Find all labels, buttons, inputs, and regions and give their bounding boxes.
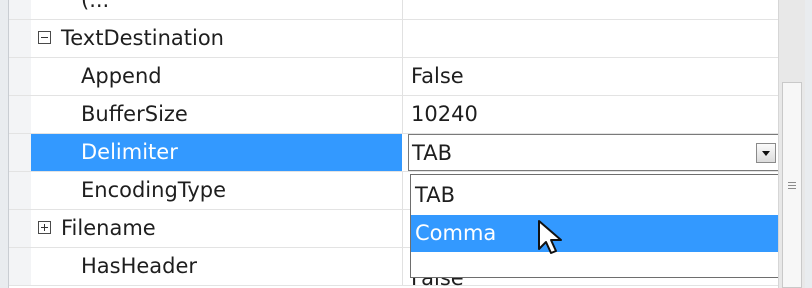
chevron-down-icon[interactable] [756, 143, 776, 163]
dropdown-option-comma[interactable]: Comma [411, 215, 779, 252]
row-gutter [9, 134, 31, 171]
property-grid: (... TextDestination Append False Buffer… [8, 0, 779, 288]
property-row-partial[interactable]: (... [9, 0, 779, 20]
column-separator [402, 210, 403, 247]
column-separator [402, 96, 403, 133]
scrollbar-thumb[interactable] [782, 82, 802, 288]
property-category-textdestination[interactable]: TextDestination [9, 20, 779, 58]
delimiter-combo-box[interactable]: TAB [408, 134, 779, 171]
property-row-append[interactable]: Append False [9, 58, 779, 96]
property-name: Append [81, 64, 162, 88]
row-gutter [9, 210, 31, 247]
property-value[interactable]: False [411, 58, 464, 95]
dropdown-option-tab[interactable]: TAB [411, 177, 779, 214]
row-gutter [9, 0, 31, 19]
row-gutter [9, 172, 31, 209]
property-name: Delimiter [81, 140, 178, 164]
property-name: Filename [61, 216, 156, 240]
property-row-buffersize[interactable]: BufferSize 10240 [9, 96, 779, 134]
column-separator [402, 20, 403, 57]
grip-line [788, 188, 796, 189]
column-separator [402, 172, 403, 209]
delimiter-dropdown-list[interactable]: TAB Comma [410, 174, 779, 278]
minus-box-icon[interactable] [38, 31, 51, 44]
column-separator [402, 0, 403, 19]
property-row-delimiter[interactable]: Delimiter TAB [9, 134, 779, 172]
property-name: BufferSize [81, 102, 188, 126]
row-gutter [9, 248, 31, 285]
column-separator [402, 248, 403, 285]
combo-value: TAB [412, 141, 452, 165]
column-separator [402, 58, 403, 95]
grip-line [788, 182, 796, 183]
row-gutter [9, 20, 31, 57]
category-name: TextDestination [61, 26, 224, 50]
plus-box-icon[interactable] [38, 221, 51, 234]
property-name: (... [81, 0, 110, 12]
property-name: EncodingType [81, 178, 227, 202]
property-name: HasHeader [81, 254, 198, 278]
row-gutter [9, 96, 31, 133]
property-value[interactable]: 10240 [411, 96, 478, 133]
grip-line [788, 185, 796, 186]
mouse-pointer-icon [538, 220, 562, 254]
row-gutter [9, 58, 31, 95]
vertical-scrollbar[interactable] [778, 0, 805, 288]
